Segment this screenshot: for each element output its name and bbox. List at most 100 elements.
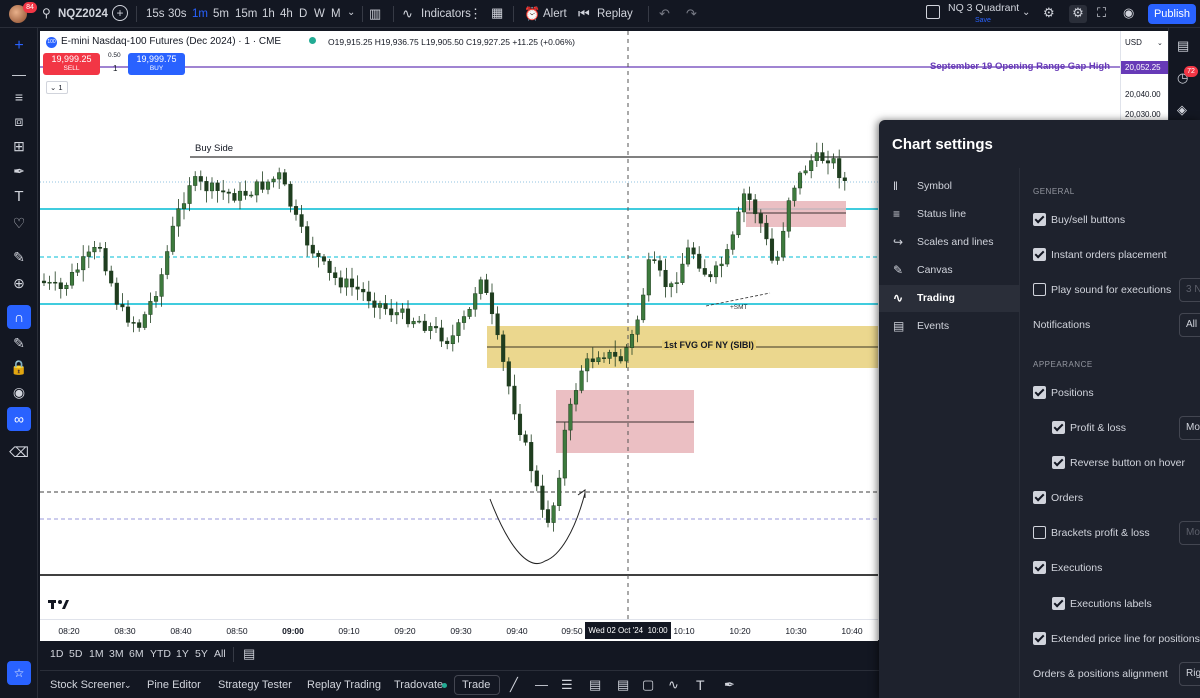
alert-button[interactable]: Alert (543, 0, 567, 28)
trash-icon[interactable]: ⌫ (7, 440, 31, 464)
brush-icon[interactable]: ✒ (7, 159, 31, 183)
timeframe-4h[interactable]: 4h (280, 0, 293, 28)
timeframe-1m[interactable]: 1m (192, 0, 208, 28)
star-icon[interactable]: ☆ (7, 661, 31, 685)
text-tool-icon[interactable]: T (696, 677, 705, 693)
crosshair-icon[interactable]: + (7, 34, 31, 58)
text-icon[interactable]: T (7, 185, 31, 209)
timeframe-30s[interactable]: 30s (168, 0, 187, 28)
tab-tradovate[interactable]: Tradovate (394, 679, 443, 691)
layout-grid-icon[interactable] (926, 5, 940, 19)
timeframe-5m[interactable]: 5m (213, 0, 229, 28)
indicators-button[interactable]: Indicators (421, 0, 471, 28)
link-icon[interactable]: ∞ (7, 407, 31, 431)
timeframe-15m[interactable]: 15m (235, 0, 257, 28)
order-quantity[interactable]: 1 (113, 64, 117, 73)
nav-trading[interactable]: ∿ Trading (879, 285, 1019, 312)
nav-status-line[interactable]: ≡ Status line (879, 201, 1019, 228)
timeframe-m[interactable]: M (331, 0, 341, 28)
brush-tool-icon[interactable]: ✒ (724, 677, 735, 693)
brackets-select[interactable]: Mon (1179, 521, 1200, 545)
compare-add-icon[interactable]: + (112, 5, 128, 21)
layers-icon[interactable]: ◈ (1177, 102, 1187, 118)
camera-icon[interactable]: ◉ (1123, 5, 1134, 21)
checkbox-play-sound[interactable] (1033, 283, 1046, 296)
chevron-down-icon[interactable]: ⌄ (1157, 39, 1163, 47)
tab-replay-trading[interactable]: Replay Trading (307, 679, 381, 691)
sound-select[interactable]: 3 N (1179, 278, 1200, 302)
timeframe-d[interactable]: D (299, 0, 307, 28)
checkbox-extended-line[interactable] (1033, 632, 1046, 645)
range-6m[interactable]: 6M (129, 648, 144, 660)
timeframe-w[interactable]: W (314, 0, 325, 28)
path-tool-icon[interactable]: ∿ (668, 677, 679, 693)
sell-button[interactable]: 19,999.25 SELL (43, 53, 100, 75)
gear-icon[interactable]: ⚙ (1069, 5, 1087, 23)
nav-canvas[interactable]: ✎ Canvas (879, 257, 1019, 284)
fib-tool-icon[interactable]: ☰ (561, 677, 573, 693)
range-5y[interactable]: 5Y (195, 648, 208, 660)
nav-events[interactable]: ▤ Events (879, 313, 1019, 340)
range-ytd[interactable]: YTD (150, 648, 171, 660)
lock-icon[interactable]: 🔒 (7, 355, 31, 379)
watchlist-icon[interactable]: ▤ (1177, 38, 1189, 54)
trade-panel-button[interactable]: Trade (454, 675, 500, 695)
rectangle-tool-icon[interactable]: ▢ (642, 677, 654, 693)
replay-button[interactable]: Replay (597, 0, 633, 28)
range-1y[interactable]: 1Y (176, 648, 189, 660)
layouts-icon[interactable]: ▦ (491, 5, 503, 21)
heart-icon[interactable]: ♡ (7, 211, 31, 235)
quick-search-icon[interactable]: ⚙ (1043, 5, 1055, 21)
checkbox-executions[interactable] (1033, 561, 1046, 574)
tab-pine-editor[interactable]: Pine Editor (147, 679, 201, 691)
tab-strategy-tester[interactable]: Strategy Tester (218, 679, 292, 691)
projection-icon[interactable]: ⊞ (7, 134, 31, 158)
alignment-select[interactable]: Rig (1179, 662, 1200, 686)
short-position-icon[interactable]: ▤ (617, 677, 629, 693)
checkbox-profit-loss[interactable] (1052, 421, 1065, 434)
tab-stock-screener[interactable]: Stock Screener (50, 679, 125, 691)
long-position-icon[interactable]: ▤ (589, 677, 601, 693)
range-1m[interactable]: 1M (89, 648, 104, 660)
checkbox-positions[interactable] (1033, 386, 1046, 399)
goto-date-icon[interactable]: ▤ (243, 646, 255, 662)
timeframe-1h[interactable]: 1h (262, 0, 275, 28)
checkbox-buy-sell[interactable] (1033, 213, 1046, 226)
candles-style-icon[interactable]: ▥ (369, 6, 381, 22)
time-axis[interactable]: 08:20 08:30 08:40 08:50 09:00 09:10 09:2… (40, 619, 878, 641)
range-1d[interactable]: 1D (50, 648, 63, 660)
range-3m[interactable]: 3M (109, 648, 124, 660)
range-all[interactable]: All (214, 648, 226, 660)
fullscreen-icon[interactable]: ⛶ (1097, 5, 1106, 21)
trend-line-tool-icon[interactable]: ╱ (510, 677, 518, 693)
checkbox-brackets[interactable] (1033, 526, 1046, 539)
trend-line-icon[interactable]: ― (7, 62, 31, 86)
undo-icon[interactable]: ↶ (659, 6, 670, 22)
range-5d[interactable]: 5D (69, 648, 82, 660)
draw-mode-icon[interactable]: ✎ (7, 331, 31, 355)
checkbox-orders[interactable] (1033, 491, 1046, 504)
nav-scales-and-lines[interactable]: ↪ Scales and lines (879, 229, 1019, 256)
alert-icon[interactable]: ⏰ (524, 6, 540, 22)
zoom-icon[interactable]: ⊕ (7, 271, 31, 295)
indicators-collapse-toggle[interactable]: ⌄ 1 (46, 81, 68, 94)
symbol-search[interactable]: NQZ2024 (58, 0, 108, 28)
replay-icon[interactable]: ⏮ (578, 6, 590, 22)
redo-icon[interactable]: ↷ (686, 6, 697, 22)
chevron-down-icon[interactable]: ⌄ (1022, 7, 1030, 18)
timeframe-15s[interactable]: 15s (146, 0, 165, 28)
profit-loss-select[interactable]: Mon (1179, 416, 1200, 440)
magnet-icon[interactable]: ∩ (7, 305, 31, 329)
nav-symbol[interactable]: ‖ Symbol (879, 173, 1019, 200)
horizontal-ray-icon[interactable]: — (535, 677, 548, 692)
ruler-icon[interactable]: ✎ (7, 245, 31, 269)
chevron-down-icon[interactable]: ⌄ (124, 680, 132, 691)
notifications-select[interactable]: All (1179, 313, 1200, 337)
pattern-icon[interactable]: ⧈ (7, 109, 31, 133)
fib-icon[interactable]: ≡ (7, 85, 31, 109)
chevron-down-icon[interactable]: ⌄ (347, 7, 355, 18)
checkbox-instant-orders[interactable] (1033, 248, 1046, 261)
indicators-icon[interactable]: ∿ (402, 6, 413, 22)
search-icon[interactable]: ⚲ (42, 6, 51, 20)
checkbox-reverse-button[interactable] (1052, 456, 1065, 469)
